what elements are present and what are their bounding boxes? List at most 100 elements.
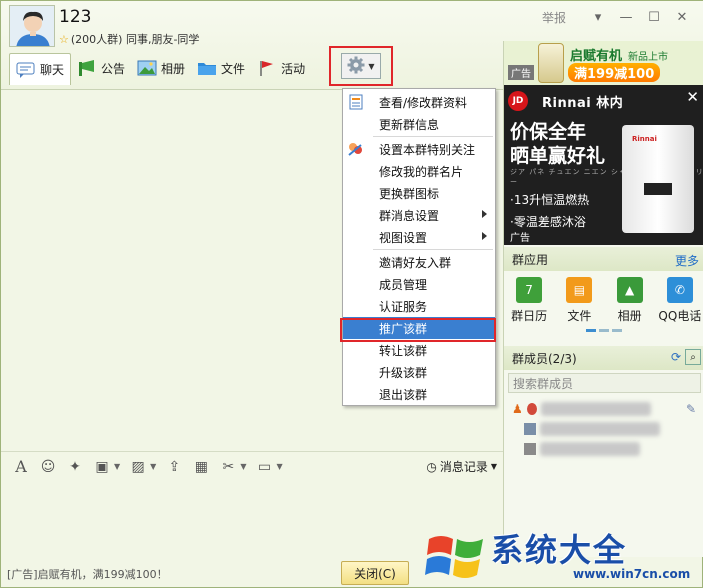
app-files[interactable]: ▤ 文件 bbox=[555, 273, 603, 333]
group-avatar[interactable] bbox=[9, 5, 55, 47]
ad-banner-top[interactable]: 启赋有机 新品上市 满199减100 广告 bbox=[504, 41, 703, 85]
avatar bbox=[526, 403, 537, 415]
menu-refresh-info[interactable]: 更新群信息 bbox=[343, 113, 495, 135]
upload-icon[interactable]: ⇪ bbox=[164, 458, 184, 476]
ad-headline-1: 价保全年 bbox=[510, 121, 587, 143]
chevron-down-icon: ▼ bbox=[368, 61, 375, 71]
close-button[interactable]: 关闭(C) bbox=[341, 561, 409, 585]
menu-separator bbox=[373, 249, 493, 250]
member-name-blurred bbox=[540, 442, 640, 456]
ad-headline-2: 晒单赢好礼 bbox=[510, 145, 606, 167]
app-calendar[interactable]: 7 群日历 bbox=[505, 273, 553, 333]
qq-group-window: 123 ☆(200人群) 同事,朋友-同学 举报 ▾ — ☐ ✕ 聊天 公告 bbox=[0, 0, 703, 588]
chevron-down-icon[interactable]: ▼ bbox=[150, 462, 156, 471]
avatar bbox=[524, 423, 536, 435]
member-row[interactable] bbox=[524, 419, 660, 439]
chevron-down-icon[interactable]: ▼ bbox=[240, 462, 246, 471]
clock-icon: ◷ bbox=[426, 459, 437, 474]
member-row[interactable]: ♟ ✎ bbox=[512, 399, 696, 419]
font-icon[interactable]: A bbox=[11, 457, 31, 476]
tab-announcement-label: 公告 bbox=[101, 61, 126, 76]
tab-album[interactable]: 相册 bbox=[131, 53, 191, 83]
group-settings-menu: 查看/修改群资料 更新群信息 设置本群特别关注 修改我的群名片 更换群图标 群消… bbox=[342, 88, 496, 406]
chat-bubble-icon bbox=[16, 61, 36, 79]
maximize-icon[interactable]: ☐ bbox=[640, 7, 668, 27]
apps-more-link[interactable]: 更多 bbox=[675, 252, 699, 269]
menu-verification[interactable]: 认证服务 bbox=[343, 295, 495, 317]
menu-quit-group[interactable]: 退出该群 bbox=[343, 383, 495, 405]
title-controls: 举报 ▾ — ☐ ✕ bbox=[542, 7, 696, 27]
more-icon[interactable]: ▭ bbox=[254, 458, 274, 476]
folder-icon bbox=[197, 59, 217, 77]
screenshot-icon[interactable]: ▣ bbox=[92, 458, 112, 476]
apps-section-title: 群应用 更多 bbox=[504, 247, 703, 271]
member-search-input[interactable]: 搜索群成员 bbox=[508, 373, 701, 393]
report-link[interactable]: 举报 bbox=[542, 9, 566, 26]
jd-logo: JD bbox=[508, 91, 528, 111]
menu-upgrade-group[interactable]: 升级该群 bbox=[343, 361, 495, 383]
close-icon[interactable]: ✕ bbox=[668, 7, 696, 27]
app-qq-phone[interactable]: ✆ QQ电话 bbox=[656, 273, 703, 333]
menu-separator bbox=[373, 136, 493, 137]
owner-icon: ♟ bbox=[512, 402, 523, 416]
tab-activity[interactable]: 活动 bbox=[251, 53, 311, 83]
refresh-icon[interactable]: ⟳ bbox=[671, 350, 681, 364]
ad-banner-big[interactable]: JD Rinnai 林内 ✕ 价保全年 晒单赢好礼 ジア パネ チュエン ニエン… bbox=[504, 85, 703, 245]
windows-logo-icon bbox=[425, 536, 483, 578]
menu-view-edit-info[interactable]: 查看/修改群资料 bbox=[343, 91, 495, 113]
heater-logo: Rinnai bbox=[632, 135, 657, 143]
ad-tag: 广告 bbox=[508, 65, 534, 80]
menu-view-settings[interactable]: 视图设置 bbox=[343, 226, 495, 248]
ad-tag: 广告 bbox=[510, 233, 530, 244]
image-icon[interactable]: ▨ bbox=[128, 458, 148, 476]
minimize-icon[interactable]: — bbox=[612, 7, 640, 27]
submenu-arrow-icon bbox=[482, 232, 487, 240]
tab-announcement[interactable]: 公告 bbox=[71, 53, 131, 83]
chevron-down-icon[interactable]: ▼ bbox=[276, 462, 282, 471]
tab-files-label: 文件 bbox=[221, 61, 246, 76]
magic-wand-icon[interactable]: ✦ bbox=[65, 458, 85, 476]
watermark-title: 系统大全 bbox=[491, 531, 628, 569]
close-icon[interactable]: ✕ bbox=[686, 88, 699, 106]
menu-invite-friends[interactable]: 邀请好友入群 bbox=[343, 251, 495, 273]
formula-can-icon bbox=[538, 43, 564, 83]
megaphone-icon bbox=[77, 59, 97, 77]
document-icon bbox=[347, 94, 365, 110]
menu-message-settings[interactable]: 群消息设置 bbox=[343, 204, 495, 226]
chevron-down-icon[interactable]: ▼ bbox=[114, 462, 120, 471]
gift-icon[interactable]: ▦ bbox=[191, 458, 211, 476]
tab-activity-label: 活动 bbox=[281, 61, 306, 76]
scissors-icon[interactable]: ✂ bbox=[218, 458, 238, 476]
tab-files[interactable]: 文件 bbox=[191, 53, 251, 83]
menu-down-icon[interactable]: ▾ bbox=[584, 7, 612, 27]
footer-ad-text[interactable]: [广告]启赋有机，满199减100！ bbox=[7, 566, 168, 582]
member-row[interactable] bbox=[524, 439, 640, 459]
menu-change-icon[interactable]: 更换群图标 bbox=[343, 182, 495, 204]
ad-top-line1: 启赋有机 新品上市 bbox=[570, 49, 669, 64]
promote-highlight-box bbox=[340, 318, 496, 342]
emoji-icon[interactable]: ☺ bbox=[38, 458, 58, 476]
avatar-icon bbox=[10, 6, 54, 46]
group-name: 123 bbox=[59, 7, 92, 27]
group-meta-text: (200人群) 同事,朋友-同学 bbox=[70, 33, 200, 46]
submenu-arrow-icon bbox=[482, 210, 487, 218]
menu-edit-card[interactable]: 修改我的群名片 bbox=[343, 160, 495, 182]
menu-special-attention[interactable]: 设置本群特别关注 bbox=[343, 138, 495, 160]
picture-icon: ▲ bbox=[616, 277, 643, 303]
group-apps: 7 群日历 ▤ 文件 ▲ 相册 ✆ QQ电话 bbox=[504, 273, 703, 333]
gear-icon bbox=[347, 56, 365, 77]
chevron-down-icon: ▼ bbox=[490, 462, 497, 471]
search-icon[interactable]: ⌕ bbox=[685, 349, 701, 365]
tab-chat[interactable]: 聊天 bbox=[9, 53, 72, 85]
message-record-button[interactable]: ◷ 消息记录 ▼ bbox=[426, 458, 497, 475]
app-album[interactable]: ▲ 相册 bbox=[606, 273, 654, 333]
picture-icon bbox=[137, 59, 157, 77]
app-label: 相册 bbox=[617, 309, 642, 323]
menu-member-management[interactable]: 成员管理 bbox=[343, 273, 495, 295]
settings-button[interactable]: ▼ bbox=[341, 53, 381, 79]
apps-pager[interactable] bbox=[586, 329, 622, 332]
member-name-blurred bbox=[540, 422, 660, 436]
edit-icon[interactable]: ✎ bbox=[686, 402, 696, 416]
settings-button-highlight: ▼ bbox=[329, 46, 393, 86]
menu-transfer-group[interactable]: 转让该群 bbox=[343, 339, 495, 361]
